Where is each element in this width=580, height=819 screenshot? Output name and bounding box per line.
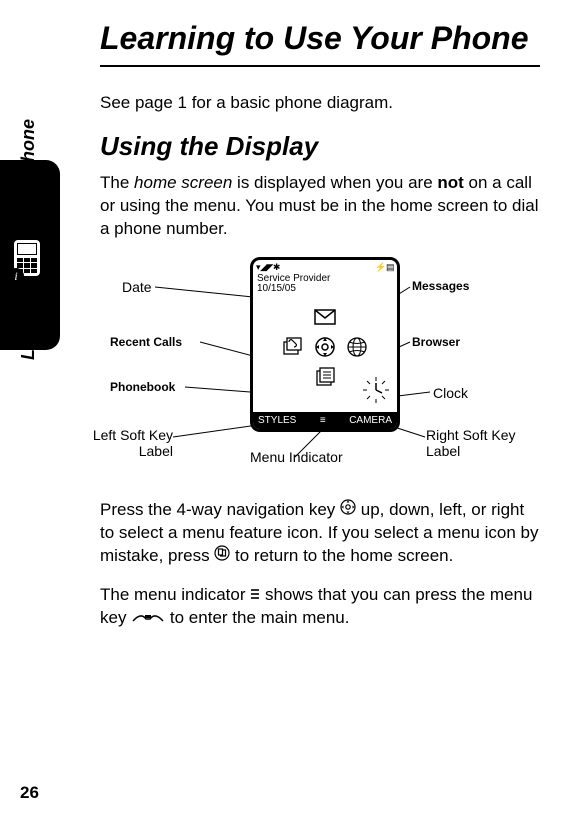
paragraph-3: The menu indicator shows that you can pr…	[100, 584, 540, 630]
title-rule	[100, 65, 540, 67]
label-clock: Clock	[433, 385, 468, 401]
label-right-soft-key: Right Soft KeyLabel	[426, 427, 516, 459]
label-messages: Messages	[412, 279, 469, 293]
end-key-icon	[214, 545, 230, 568]
menu-indicator-icon: ≡	[320, 415, 326, 426]
phone-screen: ▾◢◤✱ ⚡▤ Service Provider 10/15/05	[250, 257, 400, 432]
info-icon: i	[8, 268, 24, 284]
nav-key-icon	[340, 499, 356, 522]
soft-right-label: CAMERA	[349, 415, 392, 426]
globe-icon	[345, 336, 369, 358]
label-menu-indicator: Menu Indicator	[250, 449, 343, 465]
paragraph-2: Press the 4-way navigation key up, down,…	[100, 499, 540, 568]
soft-left-label: STYLES	[258, 415, 296, 426]
section-heading: Using the Display	[100, 131, 540, 162]
nav-circle-icon	[313, 336, 337, 358]
lead-text: See page 1 for a basic phone diagram.	[100, 93, 540, 113]
status-bar: ▾◢◤✱ ⚡▤	[253, 260, 397, 274]
label-left-soft-key: Left Soft KeyLabel	[78, 427, 173, 459]
menu-indicator-inline-icon	[250, 584, 260, 607]
phone-diagram: ▾◢◤✱ ⚡▤ Service Provider 10/15/05	[100, 257, 550, 487]
status-right-icons: ⚡▤	[375, 262, 394, 274]
soft-key-bar: STYLES ≡ CAMERA	[253, 412, 397, 429]
label-recent-calls: Recent Calls	[110, 335, 182, 349]
label-date: Date	[122, 279, 152, 295]
label-browser: Browser	[412, 335, 460, 349]
page-number: 26	[20, 783, 39, 803]
paragraph-1: The home screen is displayed when you ar…	[100, 172, 540, 241]
screen-date: 10/15/05	[253, 284, 397, 298]
envelope-icon	[313, 306, 337, 328]
status-left-icons: ▾◢◤✱	[256, 262, 280, 274]
clock-icon	[361, 375, 391, 405]
note-icon: i	[12, 238, 42, 278]
page-title: Learning to Use Your Phone	[100, 20, 540, 57]
recent-calls-icon	[281, 336, 305, 358]
menu-key-icon	[131, 611, 165, 625]
phonebook-icon	[313, 366, 337, 388]
label-phonebook: Phonebook	[110, 380, 175, 394]
